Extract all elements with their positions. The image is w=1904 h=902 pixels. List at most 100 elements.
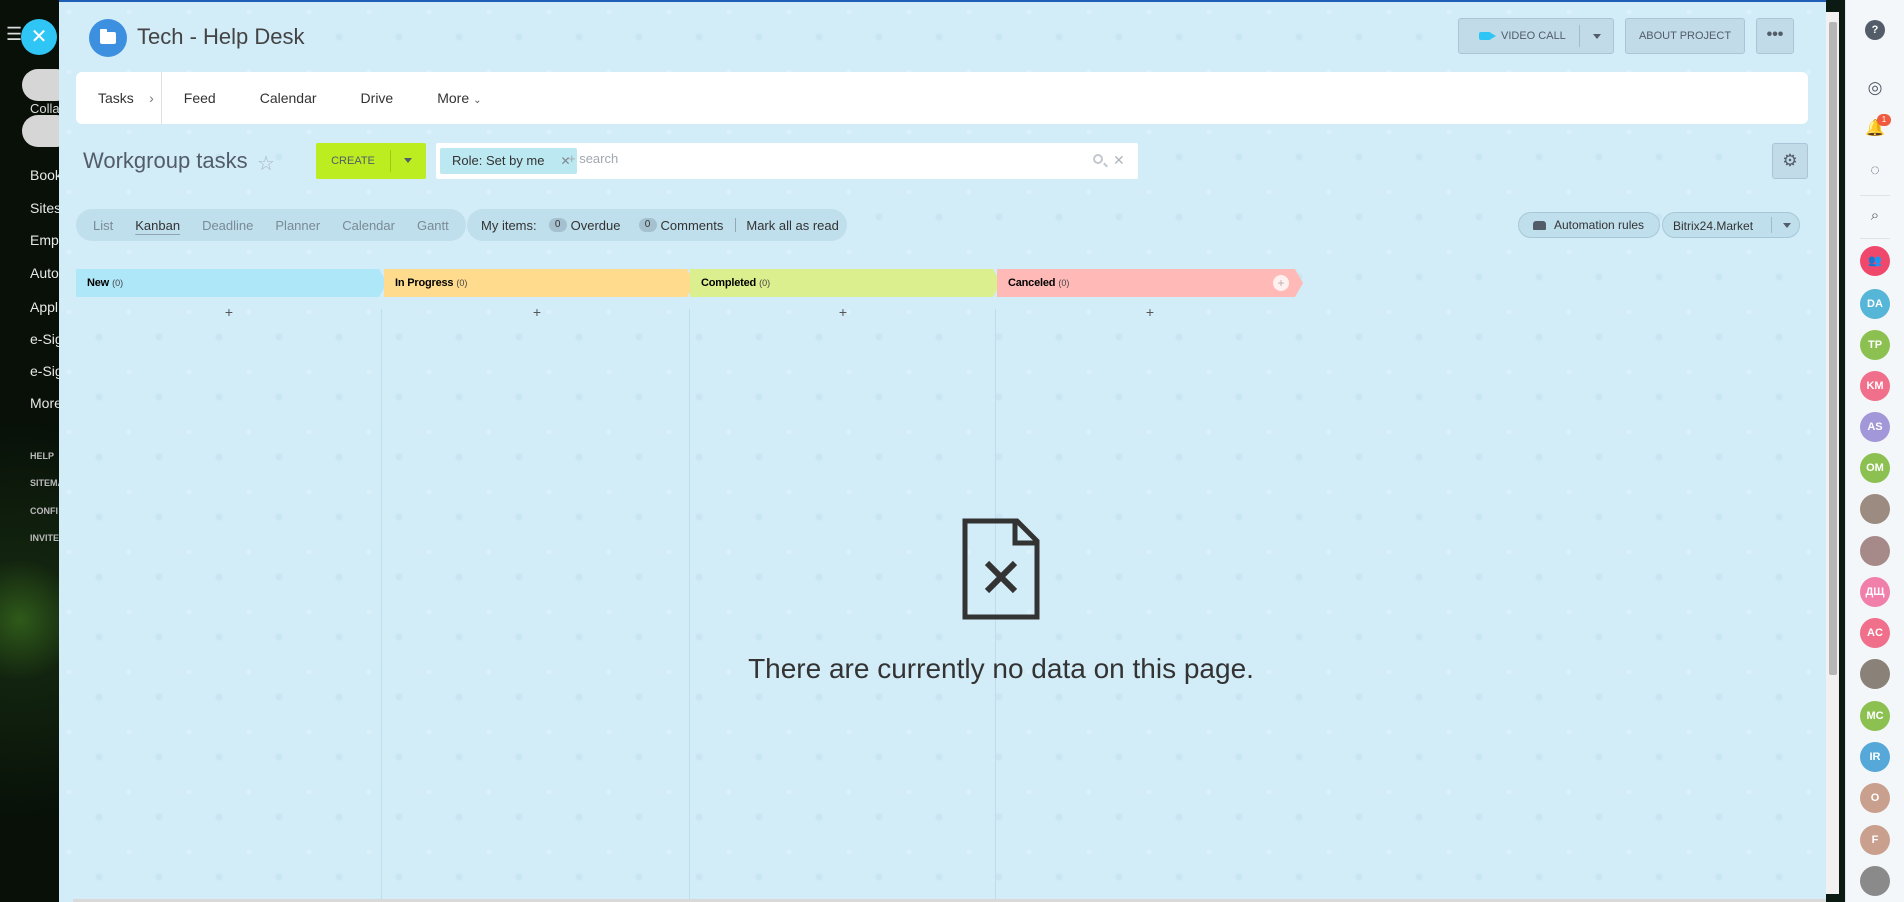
view-kanban[interactable]: Kanban	[124, 218, 191, 233]
video-call-button[interactable]: VIDEO CALL	[1458, 18, 1614, 54]
settings-gear-button[interactable]: ⚙	[1772, 143, 1808, 179]
clear-icon[interactable]: ✕	[1113, 152, 1125, 169]
side-link-pill[interactable]	[22, 115, 60, 147]
left-menu-item[interactable]: e-Sig	[30, 331, 60, 347]
avatar[interactable]	[1860, 536, 1890, 566]
nav-item-calendar[interactable]: Calendar	[238, 72, 339, 124]
overdue-count-badge: 0	[548, 218, 567, 232]
kanban-column: In Progress (0) +	[384, 269, 695, 902]
left-menu-small-item[interactable]: HELP	[30, 451, 54, 461]
nav-item-more[interactable]: More ⌄	[415, 72, 503, 124]
view-deadline[interactable]: Deadline	[191, 218, 264, 233]
more-menu-button[interactable]: •••	[1756, 18, 1794, 54]
header: Tech - Help Desk VIDEO CALL ABOUT PROJEC…	[59, 2, 1826, 70]
divider	[390, 150, 391, 172]
left-menu-small-item[interactable]: SITEMA	[30, 478, 60, 488]
market-button[interactable]: Bitrix24.Market	[1662, 212, 1800, 238]
avatar[interactable]: DA	[1860, 289, 1890, 319]
nav-item-tasks[interactable]: Tasks ›	[76, 72, 162, 124]
overdue-filter[interactable]: Overdue	[571, 218, 621, 233]
automation-rules-button[interactable]: Automation rules	[1518, 212, 1660, 238]
menu-burger-icon[interactable]: ☰	[6, 24, 22, 45]
section-title: Workgroup tasks	[83, 148, 248, 173]
automation-rules-label: Automation rules	[1554, 218, 1645, 232]
background-left-menu: ☰ Colla Book Sites Empl Auto Appl e-Sig …	[0, 0, 60, 902]
avatar[interactable]: ДЩ	[1860, 577, 1890, 607]
left-menu-item[interactable]: Empl	[30, 232, 60, 248]
left-menu-item[interactable]: Appl	[30, 299, 58, 315]
column-count: (0)	[112, 278, 124, 288]
mark-all-read-link[interactable]: Mark all as read	[746, 218, 838, 233]
chevron-down-icon[interactable]	[404, 158, 412, 163]
avatar[interactable]: TP	[1860, 330, 1890, 360]
nav-item-drive[interactable]: Drive	[339, 72, 416, 124]
document-error-icon	[961, 517, 1041, 621]
avatar[interactable]: MC	[1860, 701, 1890, 731]
column-header-canceled[interactable]: Canceled (0) +	[997, 269, 1303, 297]
group-chat-avatar[interactable]: 👥	[1860, 246, 1890, 276]
search-icon[interactable]: ⌕	[1862, 203, 1888, 229]
avatar[interactable]: KM	[1860, 371, 1890, 401]
column-header-in-progress[interactable]: In Progress (0)	[384, 269, 695, 297]
avatar[interactable]	[1860, 494, 1890, 524]
search-input[interactable]	[568, 151, 1068, 166]
view-list[interactable]: List	[82, 218, 124, 233]
market-label: Bitrix24.Market	[1673, 219, 1754, 233]
video-camera-icon	[1479, 32, 1496, 40]
vertical-scrollbar[interactable]	[1826, 12, 1839, 894]
left-menu-item[interactable]: Auto	[30, 265, 59, 281]
video-call-label: VIDEO CALL	[1501, 30, 1566, 42]
empty-state-message: There are currently no data on this page…	[748, 653, 1254, 684]
add-task-button[interactable]: +	[690, 304, 996, 320]
column-divider	[381, 309, 382, 902]
avatar[interactable]	[1860, 659, 1890, 689]
about-project-button[interactable]: ABOUT PROJECT	[1625, 18, 1745, 54]
column-count: (0)	[456, 278, 468, 288]
avatar[interactable]: AC	[1860, 618, 1890, 648]
divider	[1860, 238, 1890, 239]
folder-icon	[89, 19, 127, 57]
filter-search-box[interactable]: Role: Set by me ✕ ✕	[436, 143, 1138, 179]
create-button[interactable]: CREATE	[316, 143, 426, 179]
left-menu-item[interactable]: Book	[30, 167, 60, 183]
avatar[interactable]	[1860, 866, 1890, 896]
avatar[interactable]: OM	[1860, 453, 1890, 483]
divider	[1579, 25, 1580, 47]
left-menu-item[interactable]: e-Sig	[30, 363, 60, 379]
avatar[interactable]: O	[1860, 783, 1890, 813]
left-menu-item[interactable]: Sites	[30, 200, 60, 216]
nav-item-feed[interactable]: Feed	[162, 72, 238, 124]
avatar[interactable]: F	[1860, 825, 1890, 855]
view-switcher: List Kanban Deadline Planner Calendar Ga…	[76, 209, 466, 241]
star-icon[interactable]: ☆	[257, 151, 275, 176]
left-menu-item[interactable]: More	[30, 395, 60, 411]
side-link-pill[interactable]	[22, 69, 60, 101]
avatar[interactable]: AS	[1860, 412, 1890, 442]
view-planner[interactable]: Planner	[264, 218, 331, 233]
add-task-button[interactable]: +	[384, 304, 690, 320]
comments-filter[interactable]: Comments	[661, 218, 724, 233]
chevron-down-icon[interactable]	[1593, 34, 1601, 39]
filter-tag[interactable]: Role: Set by me ✕	[440, 148, 577, 174]
add-column-icon[interactable]: +	[1273, 275, 1289, 291]
empty-state: There are currently no data on this page…	[659, 517, 1343, 685]
chevron-down-icon[interactable]	[1783, 223, 1791, 228]
view-calendar[interactable]: Calendar	[331, 218, 406, 233]
close-slider-button[interactable]: ✕	[21, 19, 57, 55]
search-icon[interactable]	[1093, 154, 1103, 164]
scroll-thumb[interactable]	[1829, 22, 1837, 675]
add-task-button[interactable]: +	[76, 304, 382, 320]
add-task-button[interactable]: +	[997, 304, 1303, 320]
left-menu-item[interactable]: Colla	[30, 101, 60, 116]
copilot-icon[interactable]: ◎	[1862, 75, 1888, 101]
help-icon[interactable]: ?	[1865, 20, 1885, 40]
column-name: Canceled	[1008, 277, 1056, 289]
avatar[interactable]: IR	[1860, 742, 1890, 772]
left-menu-small-item[interactable]: CONFI	[30, 506, 58, 516]
column-header-completed[interactable]: Completed (0)	[690, 269, 1001, 297]
divider	[735, 218, 737, 232]
view-gantt[interactable]: Gantt	[406, 218, 460, 233]
column-header-new[interactable]: New (0)	[76, 269, 387, 297]
chat-icon[interactable]: ◌	[1862, 158, 1888, 184]
left-menu-small-item[interactable]: INVITE	[30, 533, 59, 543]
